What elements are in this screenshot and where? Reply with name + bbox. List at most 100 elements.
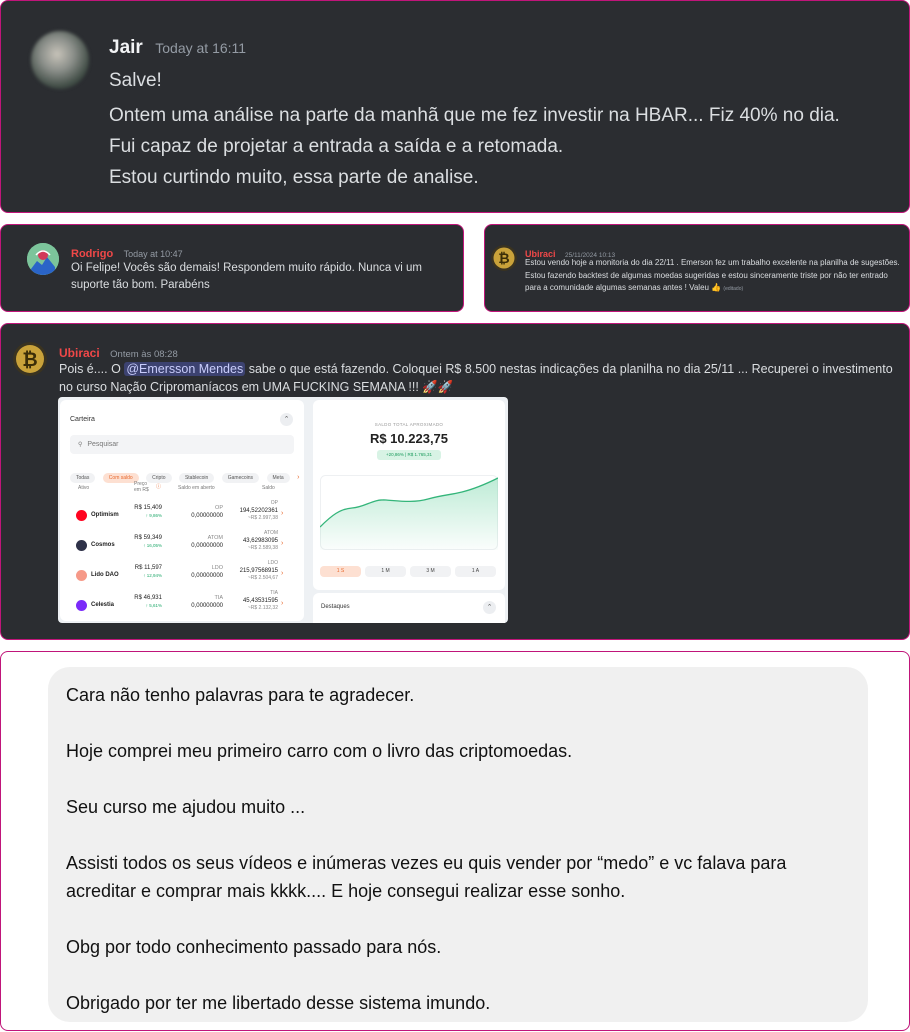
balance-panel: SALDO TOTAL APROXIMADO R$ 10.223,75 +20,… xyxy=(313,400,505,590)
message-line: Estou curtindo muito, essa parte de anal… xyxy=(109,167,479,188)
chevron-right-icon[interactable]: › xyxy=(281,540,283,547)
message-card-rodrigo: Rodrigo Today at 10:47 Oi Felipe! Vocês … xyxy=(0,224,464,312)
balance-amount: 194,52202361 xyxy=(239,507,278,514)
balance-label: SALDO TOTAL APROXIMADO xyxy=(374,422,444,427)
asset-balance: ATOM 43,62983095 ~R$ 2.589,38 xyxy=(228,530,278,553)
price-value: R$ 11,597 xyxy=(134,565,162,571)
search-input[interactable]: ⚲ Pesquisar xyxy=(70,435,294,454)
balance-ticker: ATOM xyxy=(264,530,278,536)
message-paragraph: Obrigado por ter me libertado desse sist… xyxy=(66,993,491,1013)
col-price: Preço em R$ xyxy=(134,481,149,493)
user-mention[interactable]: @Emersson Mendes xyxy=(124,362,246,376)
col-balance: Saldo xyxy=(262,485,275,491)
asset-row[interactable]: Optimism R$ 15,409 ↑ 9,86% OP 0,00000000 OP 19… xyxy=(60,500,304,530)
period-button[interactable]: 3 M xyxy=(410,566,451,577)
coin-icon xyxy=(76,540,87,551)
asset-row[interactable]: Cosmos R$ 59,349 ↑ 16,05% ATOM 0,00000000 ATO… xyxy=(60,530,304,560)
balance-ticker: OP xyxy=(270,500,278,506)
price-value: R$ 15,409 xyxy=(134,505,162,511)
balance-amount: 43,62983095 xyxy=(242,537,278,544)
open-value: 0,00000000 xyxy=(191,543,223,549)
timestamp: Today at 16:11 xyxy=(155,40,247,56)
period-button[interactable]: 1 M xyxy=(365,566,406,577)
open-ticker: LDO xyxy=(211,565,223,571)
open-balance: OP 0,00000000 xyxy=(178,504,223,520)
filter-chip[interactable]: Todas xyxy=(70,473,96,483)
coin-icon xyxy=(76,570,87,581)
avatar[interactable] xyxy=(27,243,59,275)
author-name[interactable]: Rodrigo xyxy=(71,248,113,260)
price-change: ↑ 16,05% xyxy=(143,543,162,548)
asset-row[interactable]: Lido DAO R$ 11,597 ↑ 12,94% LDO 0,00000000 LD… xyxy=(60,560,304,590)
message-body: Pois é.... O @Emersson Mendes sabe o que… xyxy=(59,360,904,396)
balance-ticker: TIA xyxy=(270,590,278,596)
search-placeholder: Pesquisar xyxy=(87,441,119,448)
bitcoin-icon: ₿ xyxy=(491,245,517,271)
edited-label: (editado) xyxy=(723,286,744,292)
avatar-icon xyxy=(27,243,59,275)
asset-balance: TIA 45,43531595 ~R$ 2.132,32 xyxy=(228,590,278,613)
chevron-up-icon[interactable]: ⌃ xyxy=(483,601,496,614)
balance-ticker: LDO xyxy=(267,560,278,566)
asset-row[interactable]: Celestia R$ 46,931 ↑ 5,61% TIA 0,00000000 TIA… xyxy=(60,590,304,620)
avatar[interactable] xyxy=(31,31,89,89)
message-line: Fui capaz de projetar a entrada a saída … xyxy=(109,136,564,157)
balance-brl: ~R$ 2.997,38 xyxy=(247,515,278,521)
asset-price: R$ 46,931 ↑ 5,61% xyxy=(132,594,162,610)
avatar[interactable]: ₿ xyxy=(491,245,517,271)
filter-chips: Todas Com saldo Cripto Stablecoin Gameco… xyxy=(70,466,299,484)
message-paragraph: Seu curso me ajudou muito ... xyxy=(66,797,306,817)
message-body: Estou vendo hoje a monitoria do dia 22/1… xyxy=(525,257,903,296)
rocket-icon: 🚀🚀 xyxy=(422,380,454,394)
asset-name: Optimism xyxy=(91,512,119,518)
period-button[interactable]: 1 A xyxy=(455,566,496,577)
chevron-right-icon[interactable]: › xyxy=(281,510,283,517)
message-line: Ontem uma análise na parte da manhã que … xyxy=(109,105,840,126)
period-selector: 1 S 1 M 3 M 1 A xyxy=(320,559,496,577)
balance-amount: 45,43531595 xyxy=(242,597,278,604)
balance-value: R$ 10.223,75 xyxy=(369,431,449,446)
message-paragraph: Cara não tenho palavras para te agradece… xyxy=(66,685,415,705)
message-body: Oi Felipe! Vocês são demais! Respondem m… xyxy=(71,262,422,291)
highlights-panel: Destaques ⌃ xyxy=(313,593,505,623)
chevron-right-icon[interactable]: › xyxy=(281,570,283,577)
filter-chip[interactable]: Meta xyxy=(266,473,290,483)
wallet-title: Carteira xyxy=(70,416,95,423)
open-ticker: OP xyxy=(215,505,223,511)
filter-chip[interactable]: Stablecoin xyxy=(178,473,215,483)
author-name[interactable]: Jair xyxy=(109,37,143,58)
avatar[interactable]: ₿ xyxy=(13,342,47,376)
message-text: Pois é.... O xyxy=(59,362,125,376)
period-button-active[interactable]: 1 S xyxy=(320,566,361,577)
filter-chip[interactable]: Cripto xyxy=(146,473,172,483)
message-line: Salve! xyxy=(109,70,162,91)
attached-screenshot[interactable]: Carteira ⌃ ⚲ Pesquisar Todas Com saldo C… xyxy=(58,397,508,623)
price-change: ↑ 5,61% xyxy=(145,603,162,608)
author-name[interactable]: Ubiraci xyxy=(59,346,100,360)
open-ticker: TIA xyxy=(214,595,223,601)
price-change: ↑ 12,94% xyxy=(143,573,162,578)
balance-amount: 215,97568915 xyxy=(239,567,278,574)
asset-balance: OP 194,52202361 ~R$ 2.997,38 xyxy=(228,500,278,523)
filter-chip[interactable]: Gamecoins xyxy=(221,473,260,483)
asset-name: Lido DAO xyxy=(91,572,119,578)
balance-brl: ~R$ 2.132,32 xyxy=(247,605,278,611)
svg-text:₿: ₿ xyxy=(22,349,37,371)
coin-icon xyxy=(76,600,87,611)
message-paragraph: Obg por todo conhecimento passado para n… xyxy=(66,937,442,957)
chevron-right-icon[interactable]: › xyxy=(281,600,283,607)
balance-brl: ~R$ 2.589,38 xyxy=(247,545,278,551)
chevron-right-icon[interactable]: › xyxy=(297,474,299,481)
open-balance: ATOM 0,00000000 xyxy=(178,534,223,550)
timestamp: Today at 10:47 xyxy=(123,249,183,259)
balance-chart[interactable] xyxy=(320,475,498,550)
chevron-up-icon[interactable]: ⌃ xyxy=(280,413,293,426)
highlights-title: Destaques xyxy=(321,604,350,610)
thumbs-up-icon: 👍 xyxy=(711,283,722,292)
col-open: Saldo em aberto xyxy=(178,485,215,491)
timestamp: Ontem às 08:28 xyxy=(110,349,178,360)
asset-name: Cosmos xyxy=(91,542,115,548)
message-bubble: Cara não tenho palavras para te agradece… xyxy=(48,667,868,1022)
wallet-panel: Carteira ⌃ ⚲ Pesquisar Todas Com saldo C… xyxy=(60,400,304,621)
svg-text:₿: ₿ xyxy=(498,251,509,267)
